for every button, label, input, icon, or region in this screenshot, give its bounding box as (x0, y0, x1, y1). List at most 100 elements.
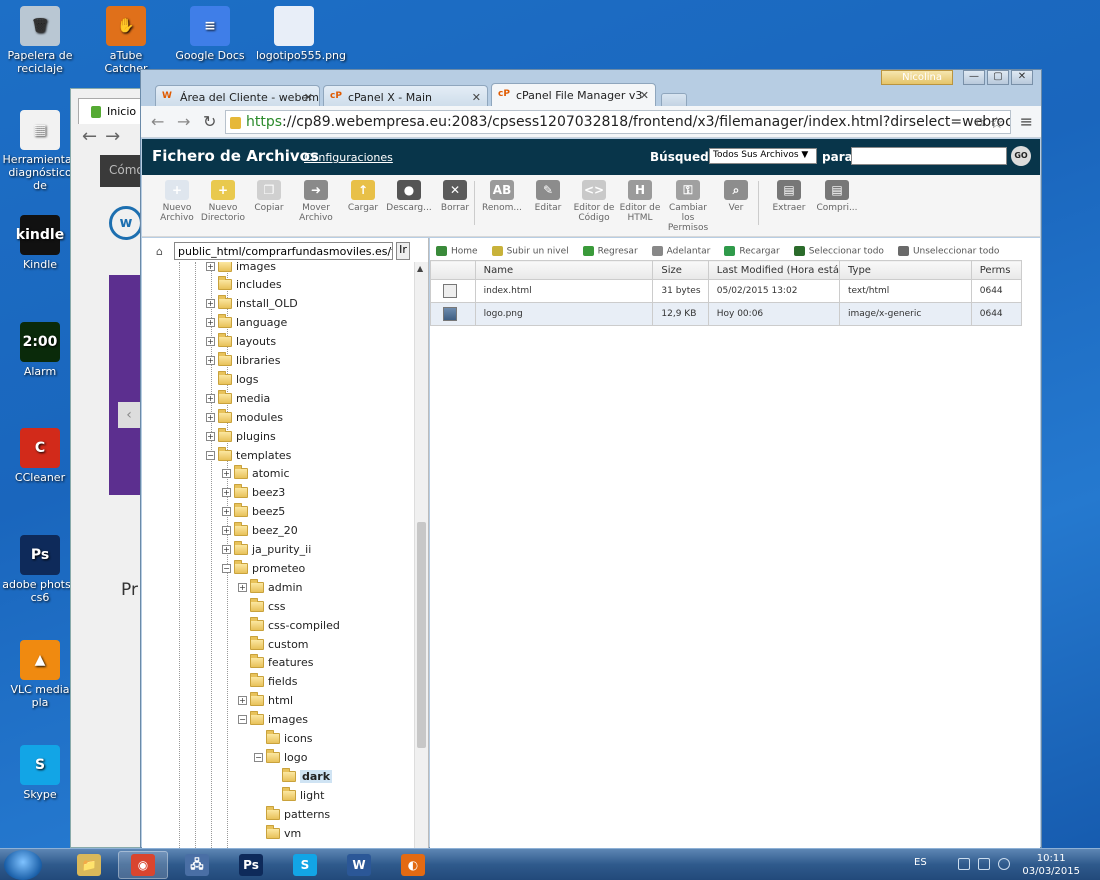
tree-folder-css-compiled[interactable]: css-compiled (238, 616, 340, 634)
forward-arrow-icon[interactable]: → (177, 112, 190, 131)
tree-folder-ja-purity-ii[interactable]: + ja_purity_ii (222, 541, 311, 559)
taskbar-skype-button[interactable]: S (280, 851, 330, 879)
expand-toggle-icon[interactable]: + (206, 262, 215, 271)
taskbar-chrome-button[interactable]: ◉ (118, 851, 168, 879)
tree-folder-custom[interactable]: custom (238, 635, 309, 653)
taskbar-network-button[interactable]: 🖧 (172, 851, 222, 879)
background-nav-bar[interactable]: Cómo (100, 155, 145, 187)
collapse-toggle-icon[interactable]: − (238, 715, 247, 725)
desktop-icon-papelera-de[interactable]: 🗑 Papelera de reciclaje (2, 6, 78, 75)
extraer-button[interactable]: ▤ Extraer (766, 180, 812, 213)
cargar-button[interactable]: ↑ Cargar (340, 180, 386, 213)
extension-icon[interactable]: ⧉ (975, 115, 984, 130)
col-size-header[interactable]: Size (652, 260, 709, 280)
home-path-icon[interactable]: ⌂ (156, 245, 163, 258)
desktop-icon-google-docs[interactable]: ≡ Google Docs (172, 6, 248, 62)
borrar-button[interactable]: ✕ Borrar (432, 180, 478, 213)
tree-folder-install-old[interactable]: + install_OLD (206, 295, 298, 313)
volume-icon[interactable] (998, 858, 1010, 870)
tree-folder-beez3[interactable]: + beez3 (222, 484, 285, 502)
tree-folder-features[interactable]: features (238, 654, 313, 672)
expand-toggle-icon[interactable]: + (222, 507, 231, 517)
expand-toggle-icon[interactable]: + (222, 469, 231, 479)
collapse-toggle-icon[interactable]: − (254, 752, 263, 762)
col-name-header[interactable]: Name (474, 260, 654, 280)
tree-folder-fields[interactable]: fields (238, 673, 297, 691)
descarg-button[interactable]: ● Descarg... (386, 180, 432, 213)
mover-archivo-button[interactable]: ➜ Mover Archivo (293, 180, 339, 223)
tree-folder-logo[interactable]: − logo (254, 748, 308, 766)
scroll-up-icon[interactable]: ▲ (417, 264, 423, 273)
tree-folder-libraries[interactable]: + libraries (206, 352, 280, 370)
network-icon[interactable] (978, 858, 990, 870)
home-action[interactable]: Home (436, 245, 478, 256)
tree-folder-atomic[interactable]: + atomic (222, 465, 290, 483)
chrome-menu-icon[interactable]: ≡ (1020, 112, 1033, 131)
language-indicator[interactable]: ES (914, 857, 927, 868)
start-button[interactable] (4, 850, 42, 880)
background-nav-arrows[interactable]: ←→ (76, 124, 144, 152)
path-input[interactable]: public_html/comprarfundasmoviles.es/te (174, 242, 393, 260)
ver-button[interactable]: ⌕ Ver (713, 180, 759, 213)
tree-folder-vm[interactable]: vm (254, 824, 301, 842)
background-tab[interactable]: Inicio (78, 98, 144, 124)
search-input[interactable] (851, 147, 1007, 165)
settings-link[interactable]: Configuraciones (304, 151, 393, 164)
cambiar-los-permisos-button[interactable]: ⚿ Cambiar los Permisos (665, 180, 711, 233)
subir-un-nivel-action[interactable]: Subir un nivel (491, 245, 569, 256)
expand-toggle-icon[interactable]: + (206, 318, 215, 328)
tab-area-cliente[interactable]: W Área del Cliente - webem| ✕ (155, 85, 320, 107)
tree-folder-patterns[interactable]: patterns (254, 805, 330, 823)
table-row[interactable]: index.html 31 bytes 05/02/2015 13:02 tex… (430, 279, 1023, 303)
col-type-header[interactable]: Type (838, 260, 972, 280)
expand-toggle-icon[interactable]: + (238, 696, 247, 706)
close-window-button[interactable]: ✕ (1011, 70, 1033, 85)
tree-folder-prometeo[interactable]: − prometeo (222, 559, 305, 577)
collapse-toggle-icon[interactable]: − (206, 450, 215, 460)
editor-de-html-button[interactable]: H Editor de HTML (617, 180, 663, 223)
path-go-button[interactable]: Ir (396, 242, 410, 260)
tree-folder-includes[interactable]: includes (206, 276, 282, 294)
expand-toggle-icon[interactable]: + (222, 526, 231, 536)
tree-folder-language[interactable]: + language (206, 314, 287, 332)
close-tab-icon[interactable]: ✕ (304, 91, 313, 104)
tree-scrollbar[interactable]: ▲ (414, 262, 428, 848)
tree-folder-dark[interactable]: dark (270, 767, 333, 785)
tree-folder-beez-20[interactable]: + beez_20 (222, 522, 298, 540)
url-input[interactable]: https://cp89.webempresa.eu:2083/cpsess12… (225, 110, 1011, 134)
tree-folder-icons[interactable]: icons (254, 730, 313, 748)
tree-folder-light[interactable]: light (270, 786, 324, 804)
desktop-icon-atube-catcher[interactable]: ✋ aTube Catcher (88, 6, 164, 75)
desktop-icon-vlc-media-pla[interactable]: ▲ VLC media pla (2, 640, 78, 709)
tree-folder-modules[interactable]: + modules (206, 408, 283, 426)
regresar-action[interactable]: Regresar (582, 245, 638, 256)
back-arrow-icon[interactable]: ← (151, 112, 164, 131)
tree-folder-html[interactable]: + html (238, 692, 293, 710)
tree-folder-media[interactable]: + media (206, 389, 270, 407)
compri-button[interactable]: ▤ Compri... (814, 180, 860, 213)
taskbar-photoshop-button[interactable]: Ps (226, 851, 276, 879)
collapse-toggle-icon[interactable]: − (222, 563, 231, 573)
expand-toggle-icon[interactable]: + (206, 356, 215, 365)
desktop-icon-alarm[interactable]: 2:00 Alarm (2, 322, 78, 378)
new-tab-button[interactable] (661, 93, 687, 107)
file-name[interactable]: logo.png (474, 302, 654, 326)
nuevo-archivo-button[interactable]: + Nuevo Archivo (154, 180, 200, 223)
unseleccionar-todo-action[interactable]: Unseleccionar todo (897, 245, 999, 256)
editar-button[interactable]: ✎ Editar (525, 180, 571, 213)
col-modified-header[interactable]: Last Modified (Hora está (707, 260, 840, 280)
close-tab-icon[interactable]: ✕ (640, 89, 649, 102)
table-row[interactable]: logo.png 12,9 KB Hoy 00:06 image/x-gener… (430, 302, 1023, 326)
chrome-user-badge[interactable]: Nicolina (881, 70, 953, 85)
expand-toggle-icon[interactable]: + (206, 412, 215, 422)
tree-folder-logs[interactable]: logs (206, 370, 259, 388)
tab-file-manager[interactable]: cP cPanel File Manager v3 ✕ (491, 83, 656, 107)
tree-folder-css[interactable]: css (238, 597, 286, 615)
expand-toggle-icon[interactable]: + (222, 488, 231, 498)
search-go-button[interactable]: GO (1011, 146, 1031, 166)
desktop-icon-ccleaner[interactable]: C CCleaner (2, 428, 78, 484)
nuevo-directorio-button[interactable]: + Nuevo Directorio (200, 180, 246, 223)
taskbar-firefox-button[interactable]: ◐ (388, 851, 438, 879)
tree-folder-beez5[interactable]: + beez5 (222, 503, 285, 521)
carousel-prev-arrow-icon[interactable]: ‹ (118, 402, 140, 428)
